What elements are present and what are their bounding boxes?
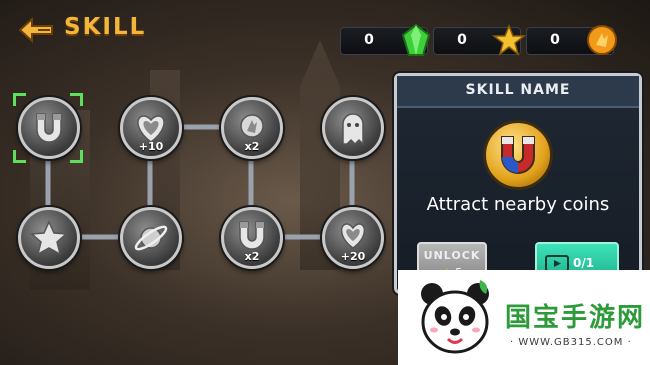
skill-level-label: x2: [244, 250, 260, 263]
unlock-label: UNLOCK: [423, 249, 481, 262]
planet-icon: [134, 225, 168, 251]
skill-node-coin[interactable]: x2: [221, 97, 283, 159]
skill-name: SKILL NAME: [465, 82, 571, 98]
gold-star-icon: [492, 23, 526, 56]
panel-header: SKILL NAME: [397, 76, 639, 108]
watermark-text: 国宝手游网: [505, 303, 646, 333]
ad-counter: 0/1: [573, 256, 595, 270]
magnet-icon: [36, 113, 62, 143]
skill-tree: +10 x2 x2 +20: [0, 0, 395, 300]
selection-corner: [70, 93, 83, 106]
skill-node-heart[interactable]: +10: [120, 97, 182, 159]
skill-node-magnet[interactable]: [18, 97, 80, 159]
gold-coin-icon: [587, 25, 617, 55]
star-counter: 0: [433, 23, 526, 56]
skill-node-ghost[interactable]: [322, 97, 384, 159]
coin-count: 0: [550, 32, 560, 48]
skill-node-magnet-2[interactable]: x2: [221, 207, 283, 269]
skill-detail-panel: SKILL NAME Attract nearby coins UNLOCK ★…: [394, 73, 642, 294]
skill-level-label: +20: [340, 250, 366, 263]
selection-corner: [13, 150, 26, 163]
skill-node-star[interactable]: [18, 207, 80, 269]
selection-corner: [70, 150, 83, 163]
skill-level-label: +10: [138, 140, 164, 153]
selection-corner: [13, 93, 26, 106]
skill-badge: [483, 120, 553, 190]
magnet-icon: [501, 136, 535, 174]
panda-logo-icon: [421, 280, 489, 354]
watermark-url: · WWW.GB315.COM ·: [510, 337, 632, 348]
skill-node-heart-2[interactable]: +20: [322, 207, 384, 269]
star-count: 0: [457, 32, 467, 48]
skill-description: Attract nearby coins: [426, 194, 610, 215]
skill-level-label: x2: [244, 140, 260, 153]
star-icon: [30, 220, 68, 256]
green-gem-icon: [401, 23, 431, 56]
ghost-icon: [342, 113, 364, 146]
coin-counter: 0: [526, 25, 617, 55]
skill-node-planet[interactable]: [120, 207, 182, 269]
